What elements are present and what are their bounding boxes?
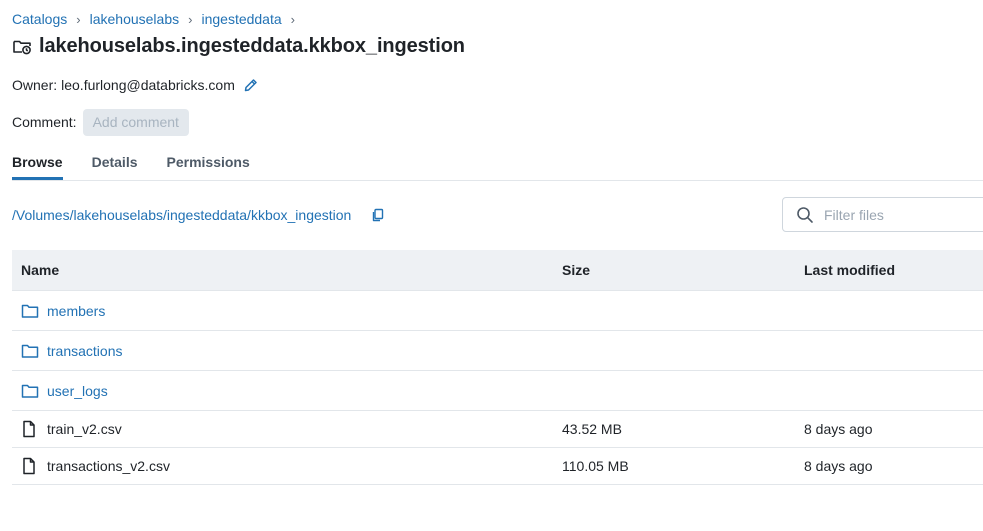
column-header-size[interactable]: Size	[562, 262, 804, 278]
volume-path[interactable]: /Volumes/lakehouselabs/ingesteddata/kkbo…	[12, 207, 351, 223]
last-modified: 8 days ago	[804, 421, 873, 437]
table-row[interactable]: transactions	[12, 331, 983, 371]
owner-value: leo.furlong@databricks.com	[61, 77, 235, 93]
breadcrumb: Catalogs › lakehouselabs › ingesteddata …	[12, 10, 304, 28]
owner-label: Owner:	[12, 77, 58, 93]
tab-permissions[interactable]: Permissions	[167, 150, 250, 179]
breadcrumb-separator: ›	[290, 11, 295, 27]
pencil-icon[interactable]	[243, 77, 259, 93]
filter-files-input[interactable]	[822, 205, 976, 224]
folder-name[interactable]: user_logs	[47, 383, 108, 399]
breadcrumb-separator: ›	[188, 11, 193, 27]
copy-icon[interactable]	[371, 208, 385, 222]
search-icon	[796, 206, 814, 224]
tab-browse[interactable]: Browse	[12, 150, 63, 180]
file-icon	[21, 420, 41, 438]
owner-row: Owner: leo.furlong@databricks.com	[12, 75, 259, 95]
breadcrumb-catalog-lakehouselabs[interactable]: lakehouselabs	[90, 11, 180, 27]
file-size: 43.52 MB	[562, 421, 622, 437]
table-row[interactable]: user_logs	[12, 371, 983, 411]
volume-path-row: /Volumes/lakehouselabs/ingesteddata/kkbo…	[12, 205, 385, 225]
volume-folder-icon	[12, 36, 32, 56]
comment-row: Comment: Add comment	[12, 108, 189, 136]
folder-name[interactable]: transactions	[47, 343, 122, 359]
file-icon	[21, 457, 41, 475]
column-header-name[interactable]: Name	[12, 262, 562, 278]
tab-details[interactable]: Details	[92, 150, 138, 179]
page-header: lakehouselabs.ingesteddata.kkbox_ingesti…	[12, 33, 465, 59]
add-comment-button[interactable]: Add comment	[82, 108, 189, 136]
last-modified: 8 days ago	[804, 458, 873, 474]
filter-files-field	[782, 197, 983, 232]
folder-name[interactable]: members	[47, 303, 105, 319]
breadcrumb-separator: ›	[76, 11, 81, 27]
table-row[interactable]: train_v2.csv 43.52 MB 8 days ago	[12, 411, 983, 448]
folder-icon	[21, 303, 41, 319]
comment-label: Comment:	[12, 114, 77, 130]
file-name[interactable]: transactions_v2.csv	[47, 458, 170, 474]
folder-icon	[21, 383, 41, 399]
breadcrumb-schema-ingesteddata[interactable]: ingesteddata	[201, 11, 281, 27]
page-title: lakehouselabs.ingesteddata.kkbox_ingesti…	[39, 34, 465, 57]
file-size: 110.05 MB	[562, 458, 629, 474]
folder-icon	[21, 343, 41, 359]
breadcrumb-catalogs[interactable]: Catalogs	[12, 11, 67, 27]
files-table: Name Size Last modified members transact…	[12, 250, 983, 485]
table-header: Name Size Last modified	[12, 250, 983, 291]
file-name[interactable]: train_v2.csv	[47, 421, 122, 437]
table-row[interactable]: transactions_v2.csv 110.05 MB 8 days ago	[12, 448, 983, 485]
table-row[interactable]: members	[12, 291, 983, 331]
tab-bar: Browse Details Permissions	[12, 150, 983, 181]
column-header-last-modified[interactable]: Last modified	[804, 262, 983, 278]
